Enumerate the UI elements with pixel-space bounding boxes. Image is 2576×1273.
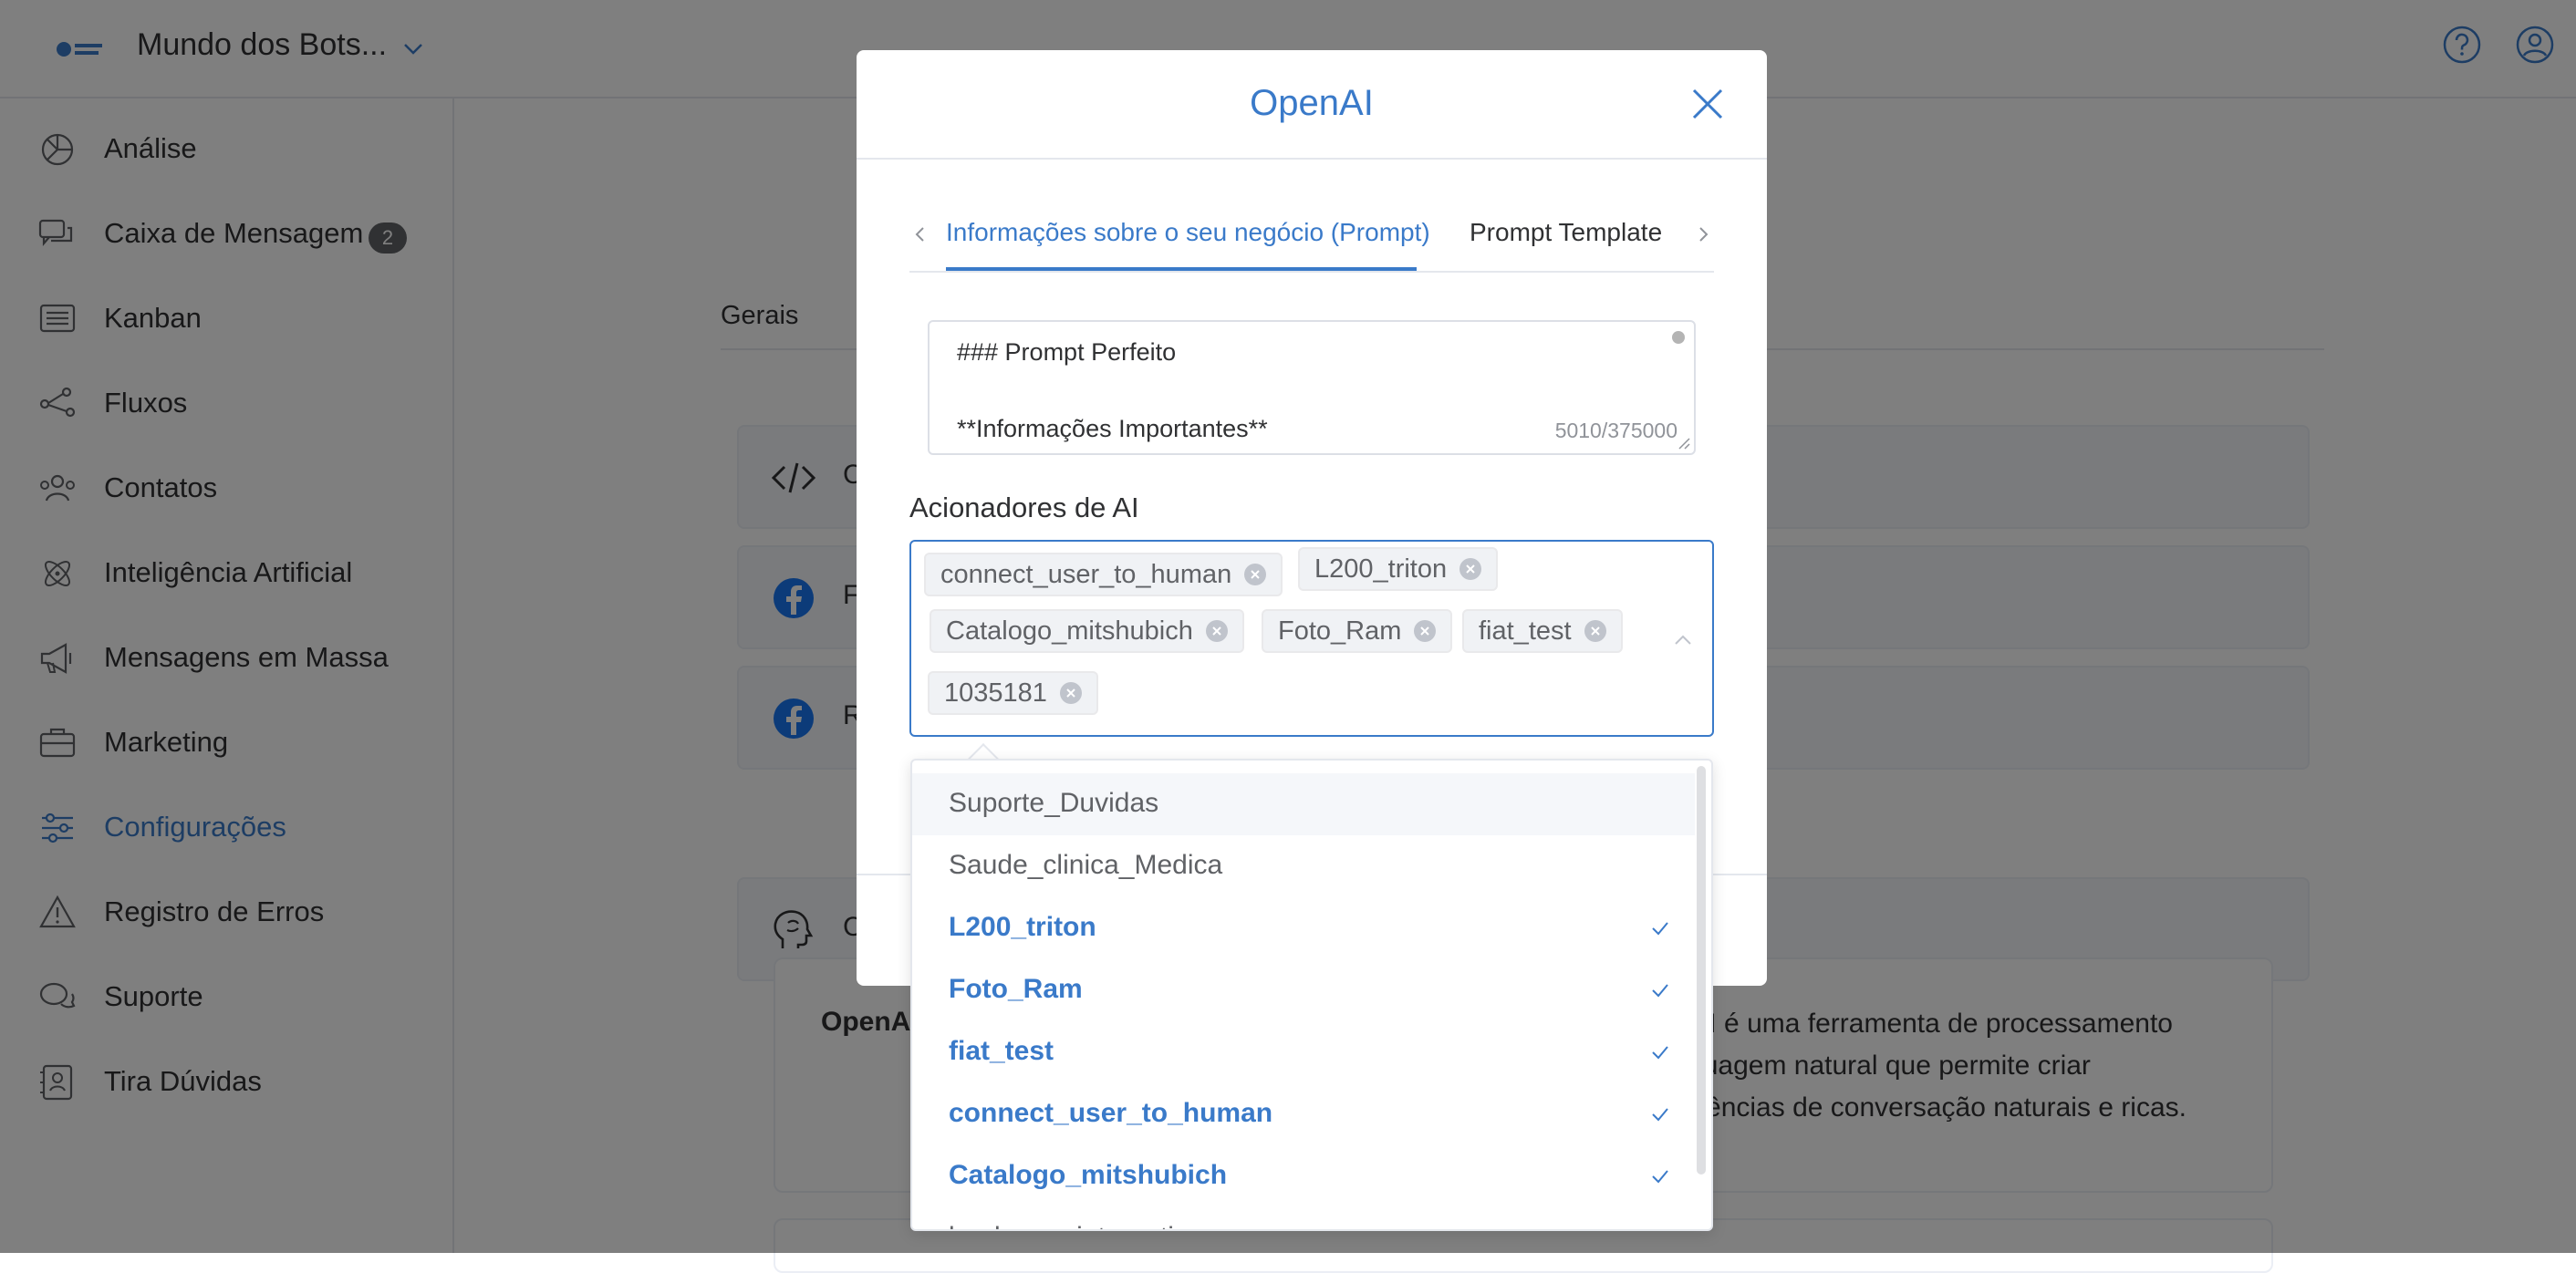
check-icon [1652, 984, 1668, 998]
close-icon[interactable] [1687, 83, 1729, 125]
ai-triggers-dropdown: Suporte_Duvidas Saude_clinica_Medica L20… [910, 759, 1713, 1231]
prompt-text-line: **Informações Importantes** [957, 415, 1268, 442]
tag-close-icon[interactable] [1459, 558, 1482, 580]
dialog-tabs: Informações sobre o seu negócio (Prompt)… [909, 214, 1714, 273]
tag-label: connect_user_to_human [940, 559, 1232, 589]
dropdown-option[interactable]: L200_triton [912, 897, 1695, 959]
option-label: fiat_test [949, 1036, 1054, 1066]
dropdown-option[interactable]: connect_user_to_human [912, 1083, 1695, 1145]
check-icon [1652, 1170, 1668, 1184]
tag-close-icon[interactable] [1414, 620, 1437, 642]
ai-triggers-label: Acionadores de AI [909, 492, 1139, 523]
tag-label: Foto_Ram [1278, 616, 1402, 646]
dropdown-option[interactable]: Saude_clinica_Medica [912, 835, 1695, 897]
tag-label: Catalogo_mitshubich [946, 616, 1193, 646]
option-label: L200_triton [949, 912, 1096, 942]
active-tab-indicator [946, 267, 1417, 271]
chevron-left-icon[interactable] [909, 223, 931, 245]
dropdown-option[interactable]: Foto_Ram [912, 959, 1695, 1021]
tag-close-icon[interactable] [1205, 620, 1228, 642]
dropdown-scrollbar[interactable] [1697, 766, 1706, 1175]
tag-close-icon[interactable] [1059, 682, 1082, 704]
selected-tag: connect_user_to_human [924, 553, 1283, 596]
dropdown-option[interactable]: fiat_test [912, 1021, 1695, 1083]
selected-tag: Catalogo_mitshubich [930, 609, 1244, 653]
chevron-right-icon[interactable] [1692, 223, 1714, 245]
tag-label: L200_triton [1314, 554, 1448, 584]
option-label: connect_user_to_human [949, 1098, 1273, 1128]
prompt-textarea[interactable]: ### Prompt Perfeito **Informações Import… [928, 320, 1696, 455]
resize-handle-icon[interactable] [1676, 435, 1690, 450]
selected-tag: fiat_test [1462, 609, 1623, 653]
dropdown-option[interactable]: Suporte_Duvidas [912, 773, 1695, 835]
tag-label: 1035181 [944, 678, 1047, 708]
dialog-title: OpenAI [1250, 83, 1374, 123]
chevron-up-icon[interactable] [1670, 627, 1696, 653]
check-icon [1652, 1108, 1668, 1122]
option-label: Saude_clinica_Medica [949, 850, 1223, 880]
dialog-header: OpenAI [857, 50, 1767, 160]
selected-tag: 1035181 [928, 671, 1098, 715]
check-icon [1652, 1046, 1668, 1060]
dropdown-option[interactable]: Catalogo_mitshubich [912, 1145, 1695, 1207]
tab-prompt-template[interactable]: Prompt Template [1470, 218, 1676, 247]
option-label: Foto_Ram [949, 974, 1083, 1004]
dropdown-option[interactable]: landpage_integration [912, 1207, 1695, 1229]
tab-business-info-prompt[interactable]: Informações sobre o seu negócio (Prompt) [946, 218, 1430, 247]
tag-close-icon[interactable] [1244, 564, 1267, 585]
prompt-text-line: ### Prompt Perfeito [957, 338, 1177, 366]
check-icon [1652, 922, 1668, 936]
selected-tag: L200_triton [1298, 547, 1499, 591]
character-counter: 5010/375000 [1554, 419, 1678, 443]
option-label: Suporte_Duvidas [949, 788, 1159, 818]
textarea-scrollbar[interactable] [1672, 331, 1685, 344]
selected-tag: Foto_Ram [1262, 609, 1453, 653]
option-label: landpage_integration [949, 1222, 1204, 1229]
option-label: Catalogo_mitshubich [949, 1160, 1228, 1190]
tag-close-icon[interactable] [1584, 620, 1606, 642]
ai-triggers-select[interactable]: connect_user_to_human L200_triton Catalo… [909, 540, 1714, 737]
tag-label: fiat_test [1479, 616, 1572, 646]
